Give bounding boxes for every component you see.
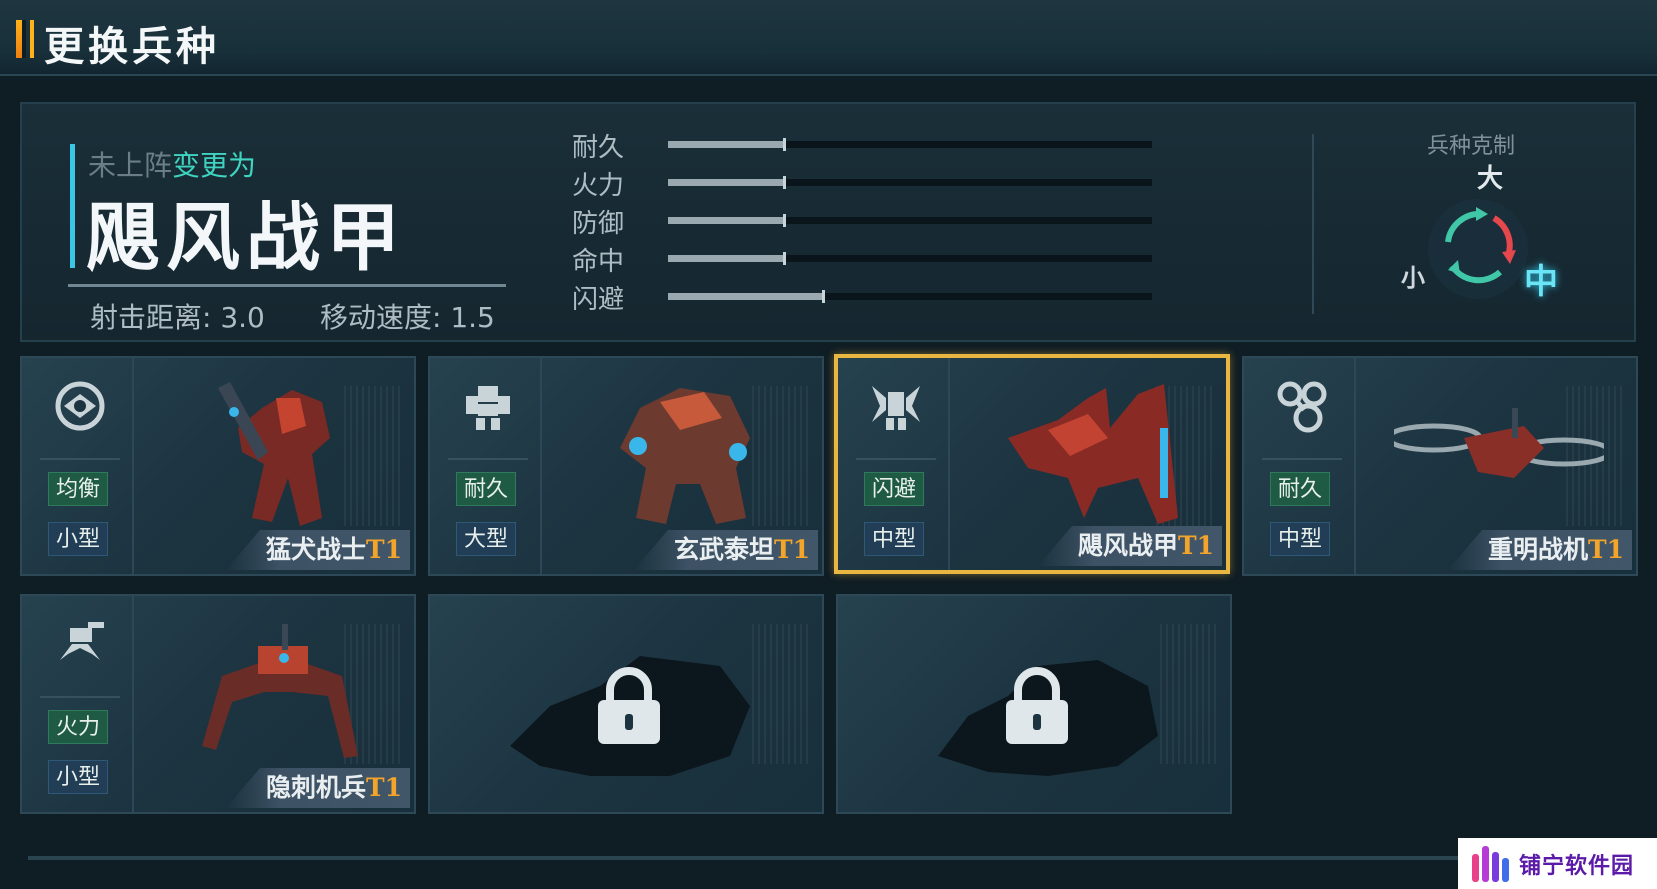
role-tag: 耐久 bbox=[456, 472, 516, 506]
stat-bar-row: 火力 bbox=[572, 162, 1152, 201]
bottom-divider bbox=[28, 856, 1468, 860]
unit-card-side: 火力 小型 bbox=[22, 596, 134, 812]
stat-fill bbox=[668, 252, 787, 265]
side-separator bbox=[448, 458, 528, 460]
unit-card-side: 耐久 大型 bbox=[430, 358, 542, 574]
size-tag: 小型 bbox=[48, 760, 108, 794]
stat-bar-row: 防御 bbox=[572, 200, 1152, 239]
unit-card-side: 均衡 小型 bbox=[22, 358, 134, 574]
aircraft-portrait bbox=[1394, 408, 1604, 478]
stat-bars: 耐久 火力 防御 命中 闪避 bbox=[572, 124, 1152, 315]
unit-name: 隐刺机兵 bbox=[265, 773, 366, 802]
unit-tier: T1 bbox=[366, 773, 402, 802]
stat-track bbox=[668, 214, 1152, 227]
watermark-logo-icon bbox=[1472, 845, 1509, 882]
stat-label: 火力 bbox=[572, 171, 625, 201]
size-tag: 大型 bbox=[456, 522, 516, 556]
unit-name: 玄武泰坦 bbox=[673, 535, 774, 564]
page-title: 更换兵种 bbox=[44, 23, 220, 70]
stat-label: 闪避 bbox=[572, 285, 625, 315]
stat-fill bbox=[668, 138, 787, 151]
unit-card[interactable]: 均衡 小型 猛犬战士T1 bbox=[20, 356, 416, 576]
stat-track bbox=[668, 290, 1152, 303]
unit-tier: T1 bbox=[1178, 531, 1214, 560]
size-tag: 中型 bbox=[1270, 522, 1330, 556]
mech-portrait bbox=[620, 388, 750, 524]
side-separator bbox=[40, 458, 120, 460]
speed-stat: 移动速度: 1.5 bbox=[320, 301, 495, 334]
info-accent-bar bbox=[70, 144, 75, 268]
spider-mech-icon bbox=[60, 622, 104, 660]
stat-label: 命中 bbox=[572, 247, 625, 277]
endurance-mech-icon bbox=[466, 386, 510, 430]
locked-unit-card[interactable] bbox=[836, 594, 1232, 814]
evasion-mech-icon bbox=[872, 386, 920, 430]
watermark-text: 铺宁软件园 bbox=[1519, 853, 1635, 879]
watermark: 铺宁软件园 bbox=[1458, 838, 1657, 889]
stat-fill bbox=[668, 290, 825, 303]
role-tag: 均衡 bbox=[48, 472, 108, 506]
title-bar: 更换兵种 bbox=[0, 0, 1657, 76]
spider-mech-portrait bbox=[202, 624, 358, 758]
lock-icon bbox=[598, 667, 660, 744]
role-tag: 耐久 bbox=[1270, 472, 1330, 506]
side-separator bbox=[856, 458, 936, 460]
counter-small-label: 小 bbox=[1401, 263, 1425, 292]
unit-tier: T1 bbox=[1588, 535, 1624, 564]
counter-cycle-icon bbox=[1428, 199, 1528, 299]
stat-bar-row: 耐久 bbox=[572, 124, 1152, 163]
unit-tier: T1 bbox=[366, 535, 402, 564]
unit-card[interactable]: 火力 小型 隐刺机兵T1 bbox=[20, 594, 416, 814]
role-tag: 火力 bbox=[48, 710, 108, 744]
unit-info-panel: 未上阵变更为 飓风战甲 射击距离: 3.0 移动速度: 1.5 耐久 火力 防御… bbox=[20, 102, 1636, 342]
lock-icon bbox=[1006, 667, 1068, 744]
title-accent bbox=[16, 20, 26, 58]
stat-track bbox=[668, 176, 1152, 189]
counter-large-label: 大 bbox=[1477, 164, 1504, 194]
counter-medium-label: 中 bbox=[1524, 262, 1558, 302]
unit-card-side: 闪避 中型 bbox=[838, 358, 950, 570]
size-tag: 小型 bbox=[48, 522, 108, 556]
side-separator bbox=[1262, 458, 1342, 460]
balance-icon bbox=[55, 381, 105, 431]
unit-name: 猛犬战士 bbox=[265, 535, 366, 564]
stat-track bbox=[668, 252, 1152, 265]
unit-tier: T1 bbox=[774, 535, 810, 564]
stat-label: 耐久 bbox=[572, 133, 625, 163]
range-stat: 射击距离: 3.0 bbox=[90, 301, 265, 334]
unit-name: 飓风战甲 bbox=[1077, 531, 1178, 560]
unit-card-side: 耐久 中型 bbox=[1244, 358, 1356, 574]
counter-divider bbox=[1312, 134, 1314, 314]
side-separator bbox=[40, 696, 120, 698]
unit-card[interactable]: 耐久 大型 玄武泰坦T1 bbox=[428, 356, 824, 576]
stat-track bbox=[668, 138, 1152, 151]
locked-unit-card[interactable] bbox=[428, 594, 824, 814]
unit-card-selected[interactable]: 闪避 中型 飓风战甲T1 bbox=[834, 354, 1230, 574]
size-tag: 中型 bbox=[864, 522, 924, 556]
selected-unit-name: 飓风战甲 bbox=[86, 195, 406, 281]
stat-bar-row: 命中 bbox=[572, 238, 1152, 277]
role-tag: 闪避 bbox=[864, 472, 924, 506]
mech-portrait bbox=[218, 382, 330, 526]
counter-title: 兵种克制 bbox=[1427, 134, 1516, 159]
stat-label: 防御 bbox=[572, 209, 625, 239]
unit-name: 重明战机 bbox=[1487, 535, 1588, 564]
aircraft-icon bbox=[1277, 381, 1327, 433]
mech-portrait bbox=[1008, 384, 1178, 524]
title-accent-stripe bbox=[30, 20, 34, 58]
stat-bar-row: 闪避 bbox=[572, 276, 1152, 315]
stat-fill bbox=[668, 214, 787, 227]
unit-card[interactable]: 耐久 中型 重明战机T1 bbox=[1242, 356, 1638, 576]
stat-fill bbox=[668, 176, 787, 189]
info-divider bbox=[68, 284, 506, 287]
